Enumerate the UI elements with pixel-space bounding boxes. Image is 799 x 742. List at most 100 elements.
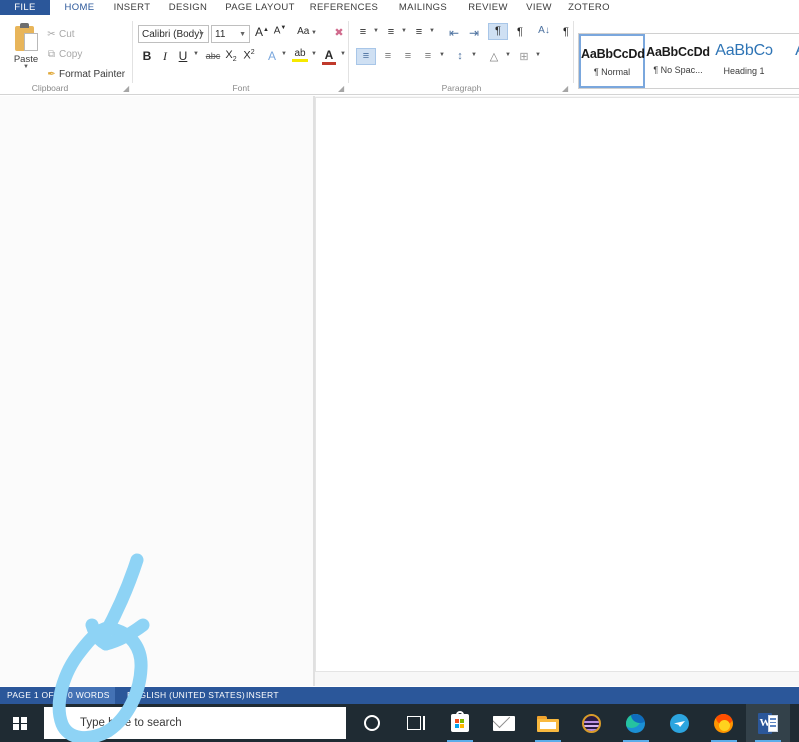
tab-review[interactable]: REVIEW (458, 0, 518, 15)
tab-zotero[interactable]: ZOTERO (561, 0, 617, 15)
ltr-text-direction-icon[interactable]: ¶ (488, 23, 508, 40)
taskbar: Type here to search W (0, 704, 799, 742)
bullets-caret-icon[interactable]: ▼ (371, 28, 381, 34)
align-center-icon[interactable]: ≡ (379, 50, 397, 62)
underline-caret-icon[interactable]: ▼ (191, 51, 201, 57)
line-spacing-caret-icon[interactable]: ▼ (469, 52, 479, 58)
word-count[interactable]: 0 WORDS (63, 687, 115, 704)
document-page[interactable] (315, 97, 799, 672)
justify-icon[interactable]: ≡ (419, 50, 437, 62)
underline-icon[interactable]: U (176, 49, 190, 63)
justify-caret-icon[interactable]: ▼ (437, 52, 447, 58)
paste-button[interactable]: Paste ▼ (6, 21, 46, 85)
tab-page-layout[interactable]: PAGE LAYOUT (219, 0, 301, 15)
numbering-icon[interactable]: ≡ (383, 26, 399, 38)
align-left-icon[interactable]: ≡ (356, 48, 376, 65)
font-family-value: Calibri (Body) (142, 29, 203, 40)
left-pane (0, 96, 313, 686)
task-view-icon[interactable] (394, 704, 438, 742)
copy-label: Copy (59, 49, 83, 60)
borders-icon[interactable]: ⊞ (515, 50, 533, 63)
insert-mode-indicator[interactable]: INSERT (241, 687, 284, 704)
start-button[interactable] (0, 704, 44, 742)
style-heading-2-label: Hea (777, 66, 799, 76)
show-formatting-marks-icon[interactable]: ¶ (559, 26, 573, 38)
decrease-indent-icon[interactable]: ⇤ (445, 26, 463, 40)
tab-mailings[interactable]: MAILINGS (389, 0, 457, 15)
format-painter-icon: ✒ (47, 69, 56, 80)
tab-insert[interactable]: INSERT (108, 0, 156, 15)
language-indicator[interactable]: ENGLISH (UNITED STATES) (122, 687, 250, 704)
bullets-icon[interactable]: ≡ (355, 26, 371, 38)
tab-view[interactable]: VIEW (518, 0, 560, 15)
clear-formatting-icon[interactable]: ✖ (330, 26, 348, 39)
font-color-icon[interactable]: A (322, 48, 336, 65)
clipboard-dialog-launcher[interactable]: ◢ (123, 84, 129, 93)
paste-dropdown-caret-icon[interactable]: ▼ (6, 64, 46, 70)
line-spacing-icon[interactable]: ↕ (451, 50, 469, 62)
style-heading-2-preview: AaB (777, 42, 799, 60)
bold-icon[interactable]: B (140, 49, 154, 63)
shading-icon[interactable]: △ (485, 50, 503, 63)
text-effects-caret-icon[interactable]: ▼ (279, 51, 289, 57)
rtl-text-direction-icon[interactable]: ¶ (511, 26, 529, 38)
increase-indent-icon[interactable]: ⇥ (465, 26, 483, 40)
microsoft-store-icon[interactable] (438, 704, 482, 742)
font-color-caret-icon[interactable]: ▼ (338, 51, 348, 57)
taskbar-search-input[interactable]: Type here to search (44, 707, 346, 739)
style-heading-2[interactable]: AaB Hea (777, 34, 799, 88)
multilevel-list-icon[interactable]: ≡ (411, 26, 427, 38)
file-explorer-icon[interactable] (526, 704, 570, 742)
firefox-icon[interactable] (702, 704, 746, 742)
strikethrough-icon[interactable]: abc (203, 51, 223, 61)
style-heading-1-preview: AaBbCɔ (715, 42, 773, 59)
cut-button[interactable]: ✂ Cut (44, 27, 75, 43)
ribbon-group-font: Calibri (Body) ▼ 11 ▼ A▲ A▼ Aa ▼ ✖ B I U… (133, 15, 349, 95)
paragraph-group-label: Paragraph (441, 83, 482, 93)
tab-file[interactable]: FILE (0, 0, 50, 15)
grow-font-icon[interactable]: A▲ (254, 25, 270, 39)
font-family-caret-icon[interactable]: ▼ (198, 26, 205, 42)
font-size-caret-icon[interactable]: ▼ (239, 26, 246, 42)
cut-label: Cut (59, 29, 75, 40)
shading-caret-icon[interactable]: ▼ (503, 52, 513, 58)
word-icon[interactable]: W (746, 704, 790, 742)
style-heading-1-label: Heading 1 (723, 66, 765, 76)
style-no-spacing[interactable]: AaBbCcDd ¶ No Spac... (645, 34, 711, 88)
text-effects-icon[interactable]: A (265, 49, 279, 63)
multilevel-list-caret-icon[interactable]: ▼ (427, 28, 437, 34)
copy-button[interactable]: ⧉ Copy (44, 47, 82, 63)
media-player-icon[interactable] (570, 704, 614, 742)
shrink-font-icon[interactable]: A▼ (272, 25, 288, 36)
font-dialog-launcher[interactable]: ◢ (338, 84, 344, 93)
style-heading-1[interactable]: AaBbCɔ Heading 1 (711, 34, 777, 88)
italic-icon[interactable]: I (158, 49, 172, 64)
page-indicator[interactable]: PAGE 1 OF 1 (2, 687, 67, 704)
borders-caret-icon[interactable]: ▼ (533, 52, 543, 58)
superscript-icon[interactable]: X2 (241, 49, 257, 62)
font-family-input[interactable]: Calibri (Body) ▼ (138, 25, 209, 43)
style-no-spacing-preview: AaBbCcDd (646, 45, 710, 59)
tab-design[interactable]: DESIGN (161, 0, 215, 15)
font-group-label: Font (232, 83, 250, 93)
style-no-spacing-label: ¶ No Spac... (653, 65, 703, 75)
microsoft-edge-icon[interactable] (614, 704, 658, 742)
paragraph-dialog-launcher[interactable]: ◢ (562, 84, 568, 93)
mail-icon[interactable] (482, 704, 526, 742)
telegram-icon[interactable] (658, 704, 702, 742)
font-size-input[interactable]: 11 ▼ (211, 25, 250, 43)
sort-icon[interactable]: A↓ (535, 25, 553, 36)
change-case-icon[interactable]: Aa ▼ (296, 26, 318, 37)
numbering-caret-icon[interactable]: ▼ (399, 28, 409, 34)
format-painter-button[interactable]: ✒ Format Painter (44, 67, 125, 83)
style-normal[interactable]: AaBbCcDd ¶ Normal (579, 34, 645, 88)
subscript-icon[interactable]: X2 (223, 49, 239, 63)
text-highlight-icon[interactable]: ab (292, 48, 308, 62)
align-right-icon[interactable]: ≡ (399, 50, 417, 62)
text-highlight-caret-icon[interactable]: ▼ (309, 51, 319, 57)
tab-home[interactable]: HOME (56, 0, 103, 15)
cortana-icon[interactable] (350, 704, 394, 742)
ribbon-group-paragraph: ≡ ▼ ≡ ▼ ≡ ▼ ⇤ ⇥ ¶ ¶ A↓ ¶ ≡ ≡ ≡ ≡ ▼ ↕ ▼ △… (349, 15, 574, 95)
tab-references[interactable]: REFERENCES (303, 0, 385, 15)
windows-logo-icon (13, 717, 27, 730)
